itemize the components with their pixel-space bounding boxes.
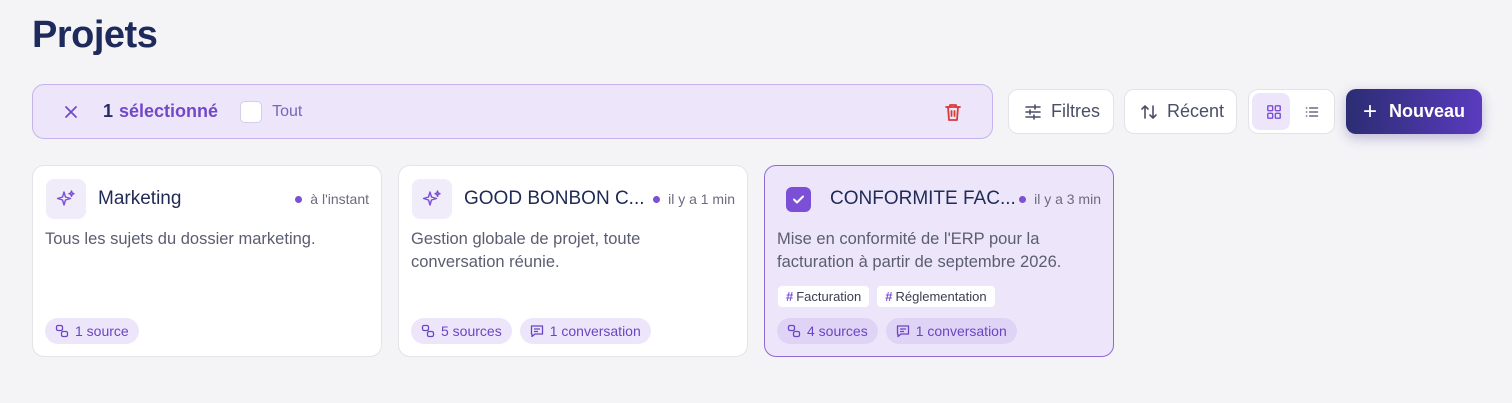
new-project-label: Nouveau [1388, 101, 1466, 121]
clear-selection-button[interactable] [61, 102, 81, 122]
checkmark-icon [793, 195, 804, 204]
delete-button[interactable] [942, 101, 964, 123]
sparkles-icon [56, 190, 75, 206]
project-time-label: il y a 3 min [1034, 191, 1101, 207]
sparkles-icon [422, 190, 441, 206]
project-tags: # Facturation # Réglementation [777, 285, 996, 308]
sources-label: 1 source [75, 323, 129, 339]
project-time: il y a 3 min [1019, 191, 1101, 207]
trash-icon [945, 104, 961, 121]
view-toggle [1248, 89, 1335, 134]
select-all-label[interactable]: Tout [272, 103, 302, 121]
project-name: GOOD BONBON C... [464, 188, 645, 209]
project-time-label: à l'instant [310, 191, 369, 207]
project-stats: 4 sources 1 conversation [777, 318, 1017, 344]
link-icon [421, 324, 435, 338]
grid-view-button[interactable] [1252, 93, 1290, 130]
activity-dot [653, 195, 661, 203]
selection-count-label: sélectionné [119, 101, 219, 121]
sort-label: Récent [1167, 101, 1225, 121]
conversations-pill: 1 conversation [885, 318, 1017, 344]
sources-label: 4 sources [807, 323, 868, 339]
project-stats: 1 source [45, 318, 139, 344]
message-icon [896, 325, 909, 338]
selection-bar: 1 sélectionné Tout [32, 84, 993, 139]
message-icon [530, 325, 543, 338]
sort-arrows-icon [1141, 104, 1157, 119]
project-checkbox[interactable] [786, 187, 811, 212]
sources-pill: 4 sources [777, 318, 878, 344]
list-view-button[interactable] [1290, 93, 1328, 130]
project-time-label: il y a 1 min [668, 191, 735, 207]
project-stats: 5 sources 1 conversation [411, 318, 651, 344]
project-card[interactable]: Marketing à l'instant Tous les sujets du… [32, 165, 382, 357]
conversations-label: 1 conversation [915, 323, 1007, 339]
page-title: Projets [32, 14, 158, 56]
tag[interactable]: # Facturation [777, 285, 871, 308]
project-time: à l'instant [295, 191, 369, 207]
hash-icon: # [786, 289, 794, 304]
project-description: Tous les sujets du dossier marketing. [45, 230, 316, 248]
link-icon [55, 324, 69, 338]
conversations-pill: 1 conversation [519, 318, 651, 344]
conversations-label: 1 conversation [549, 323, 641, 339]
sources-pill: 5 sources [411, 318, 512, 344]
selection-count: 1 [103, 101, 114, 121]
filters-button[interactable]: Filtres [1008, 89, 1114, 134]
activity-dot [1019, 195, 1027, 203]
project-description: Mise en conformité de l'ERP pour la fact… [777, 230, 1062, 271]
plus-icon: + [1362, 97, 1377, 125]
grid-icon [1267, 104, 1281, 119]
project-card-selected[interactable]: CONFORMITE FAC... il y a 3 min Mise en c… [764, 165, 1114, 357]
sources-pill: 1 source [45, 318, 139, 344]
tag[interactable]: # Réglementation [876, 285, 996, 308]
select-all-checkbox[interactable] [240, 100, 263, 123]
project-icon-badge [412, 179, 452, 219]
list-icon [1305, 106, 1319, 117]
sliders-icon [1025, 103, 1041, 120]
filters-label: Filtres [1051, 101, 1100, 121]
project-time: il y a 1 min [653, 191, 735, 207]
hash-icon: # [885, 289, 893, 304]
project-icon-badge [46, 179, 86, 219]
sources-label: 5 sources [441, 323, 502, 339]
project-name: CONFORMITE FAC... [830, 188, 1016, 209]
activity-dot [295, 195, 303, 203]
sort-button[interactable]: Récent [1124, 89, 1237, 134]
tag-label: Réglementation [895, 289, 987, 304]
new-project-button[interactable]: + Nouveau [1346, 89, 1482, 134]
tag-label: Facturation [796, 289, 862, 304]
project-card[interactable]: GOOD BONBON C... il y a 1 min Gestion gl… [398, 165, 748, 357]
project-name: Marketing [98, 188, 182, 209]
close-icon [65, 105, 77, 118]
project-description: Gestion globale de projet, toute convers… [411, 230, 641, 271]
link-icon [787, 324, 801, 338]
